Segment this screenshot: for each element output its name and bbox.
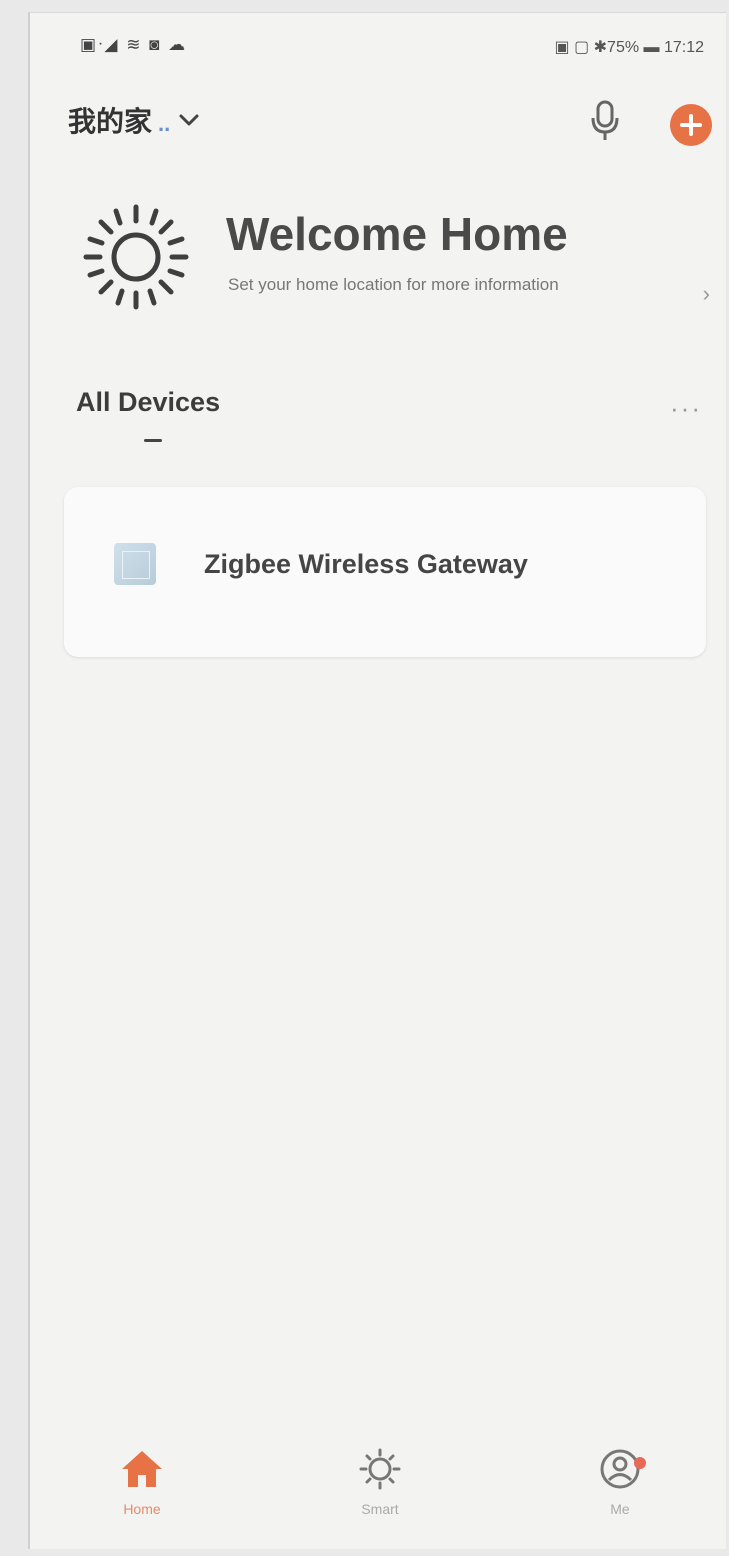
tab-all-devices[interactable]: All Devices: [76, 387, 220, 418]
home-name-suffix: ..: [158, 111, 171, 136]
sun-icon: [83, 204, 189, 310]
notification-dot: [634, 1457, 646, 1469]
tab-me-label: Me: [610, 1501, 630, 1517]
tab-underline: [144, 439, 162, 442]
tab-smart-label: Smart: [361, 1501, 399, 1517]
home-icon: [122, 1451, 162, 1487]
status-icons-right: ▣ ▢ ✱75% ▬ 17:12: [554, 39, 704, 56]
chevron-right-icon: ›: [702, 281, 710, 306]
sun-icon: [359, 1448, 401, 1490]
tab-smart[interactable]: Smart: [310, 1447, 450, 1547]
add-device-button[interactable]: [670, 104, 712, 146]
device-card[interactable]: Zigbee Wireless Gateway: [64, 487, 706, 657]
tab-me[interactable]: Me: [550, 1447, 690, 1547]
status-bar: ▣ᐧ◢ ≋ ◙ ☁ ▣ ▢ ✱75% ▬ 17:12: [30, 13, 726, 73]
bottom-tab-bar: Home Smart Me: [30, 1439, 726, 1549]
welcome-banner[interactable]: Welcome Home Set your home location for …: [70, 193, 720, 333]
more-options-button[interactable]: ···: [670, 393, 702, 424]
app-screen: ▣ᐧ◢ ≋ ◙ ☁ ▣ ▢ ✱75% ▬ 17:12 我的家 .. Welcom…: [28, 12, 726, 1549]
welcome-subtitle: Set your home location for more informat…: [228, 275, 559, 294]
device-name: Zigbee Wireless Gateway: [204, 549, 528, 579]
tab-home[interactable]: Home: [72, 1447, 212, 1547]
home-selector[interactable]: 我的家 ..: [68, 100, 200, 140]
chevron-down-icon: [179, 114, 199, 126]
tab-home-label: Home: [123, 1501, 161, 1517]
welcome-title: Welcome Home: [226, 208, 568, 260]
home-name: 我的家: [68, 105, 153, 138]
gateway-icon: [114, 543, 156, 585]
status-icons-left: ▣ᐧ◢ ≋ ◙ ☁: [80, 35, 188, 54]
profile-icon: [600, 1449, 640, 1489]
header: 我的家 ..: [30, 88, 726, 158]
microphone-icon: [591, 100, 619, 140]
voice-button[interactable]: [586, 96, 626, 146]
